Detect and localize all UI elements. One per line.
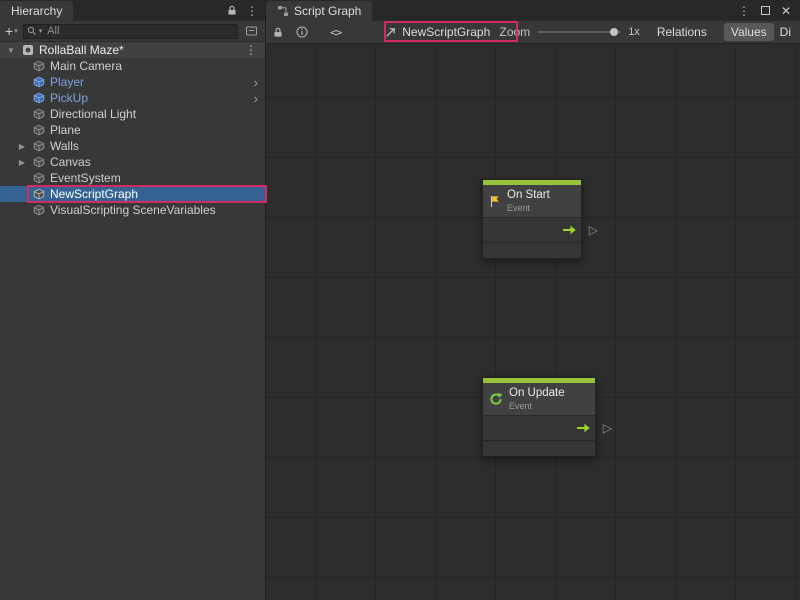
node-on-update[interactable]: On Update Event ▷ (482, 377, 596, 457)
graph-breadcrumb[interactable]: NewScriptGraph (385, 25, 490, 39)
scene-name: RollaBall Maze* (39, 43, 124, 57)
prefab-open-arrow-icon[interactable]: › (254, 76, 258, 89)
close-icon[interactable]: ✕ (781, 5, 791, 17)
hierarchy-tree: ▼ RollaBall Maze* ⋮ Main Camera Player › (0, 42, 265, 218)
hierarchy-item-directional-light[interactable]: Directional Light (0, 106, 265, 122)
hierarchy-panel: Hierarchy ⋮ + ▾ ▾ All ▼ (0, 0, 266, 600)
scene-menu-icon[interactable]: ⋮ (245, 44, 257, 56)
info-icon[interactable] (296, 26, 308, 38)
item-label: PickUp (50, 91, 88, 105)
gameobject-icon (33, 124, 45, 136)
item-label: Walls (50, 139, 79, 153)
hierarchy-item-pickup[interactable]: PickUp › (0, 90, 265, 106)
hierarchy-tabstrip: Hierarchy ⋮ (0, 0, 265, 21)
gameobject-icon (33, 188, 45, 200)
prefab-icon (33, 92, 45, 104)
relations-button[interactable]: Relations (650, 23, 714, 41)
foldout-open-icon[interactable]: ▼ (5, 46, 17, 55)
gameobject-icon (33, 60, 45, 72)
graph-pointer-icon (385, 27, 396, 38)
search-filter-caret-icon: ▾ (39, 28, 43, 35)
item-label: Directional Light (50, 107, 136, 121)
gameobject-icon (33, 204, 45, 216)
scene-icon (22, 44, 34, 56)
item-label: Plane (50, 123, 81, 137)
hierarchy-search-input[interactable]: ▾ All (23, 24, 238, 39)
node-title: On Update (509, 387, 565, 401)
prefab-open-arrow-icon[interactable]: › (254, 92, 258, 105)
node-subtitle: Event (507, 203, 550, 214)
node-port-row: ▷ (483, 416, 595, 441)
gameobject-icon (33, 108, 45, 120)
zoom-slider[interactable] (537, 31, 621, 33)
node-header: On Update Event (483, 383, 595, 416)
hierarchy-item-scenevariables[interactable]: VisualScripting SceneVariables (0, 202, 265, 218)
zoom-control: Zoom 1x (500, 25, 640, 39)
scene-picker-icon[interactable] (243, 25, 260, 37)
graph-canvas[interactable]: On Start Event ▷ On Update E (266, 44, 800, 600)
foldout-closed-icon[interactable]: ▶ (17, 158, 27, 167)
foldout-closed-icon[interactable]: ▶ (17, 142, 27, 151)
chevron-down-icon: ▾ (14, 28, 18, 35)
graph-toolbar: <> NewScriptGraph Zoom 1x Relations Valu… (266, 21, 800, 44)
plus-icon: + (5, 24, 13, 38)
node-title: On Start (507, 189, 550, 203)
gameobject-icon (33, 156, 45, 168)
tab-hierarchy[interactable]: Hierarchy (0, 1, 73, 21)
graph-lock-icon[interactable] (273, 27, 283, 38)
scene-row[interactable]: ▼ RollaBall Maze* ⋮ (0, 42, 265, 58)
hierarchy-item-main-camera[interactable]: Main Camera (0, 58, 265, 74)
node-subtitle: Event (509, 401, 565, 412)
search-icon (27, 26, 37, 36)
zoom-slider-handle[interactable] (610, 28, 618, 36)
zoom-value: 1x (628, 26, 640, 38)
tab-hierarchy-label: Hierarchy (11, 4, 62, 18)
zoom-label: Zoom (500, 25, 531, 39)
graph-tab-icon (277, 5, 289, 17)
dim-button[interactable]: Di (778, 23, 793, 41)
hierarchy-item-player[interactable]: Player › (0, 74, 265, 90)
external-port-icon[interactable]: ▷ (603, 422, 612, 434)
item-label: VisualScripting SceneVariables (50, 203, 216, 217)
update-loop-icon (489, 392, 503, 406)
node-port-row: ▷ (483, 218, 581, 243)
window-controls: ⋮ ✕ (738, 0, 800, 21)
trigger-output-port-icon[interactable] (576, 423, 591, 433)
item-label: Player (50, 75, 84, 89)
node-on-start[interactable]: On Start Event ▷ (482, 179, 582, 259)
hierarchy-item-canvas[interactable]: ▶ Canvas (0, 154, 265, 170)
item-label: Canvas (50, 155, 91, 169)
maximize-icon[interactable] (761, 6, 770, 15)
tab-script-graph[interactable]: Script Graph (266, 1, 372, 21)
window-menu-icon[interactable]: ⋮ (738, 5, 750, 17)
hierarchy-toolbar: + ▾ ▾ All (0, 21, 265, 42)
script-graph-panel: Script Graph ⋮ ✕ <> NewScriptGraph Zoom (266, 0, 800, 600)
trigger-output-port-icon[interactable] (562, 225, 577, 235)
item-label: NewScriptGraph (50, 187, 138, 201)
tab-script-graph-label: Script Graph (294, 4, 361, 18)
hierarchy-menu-icon[interactable]: ⋮ (246, 5, 258, 17)
add-object-button[interactable]: + ▾ (5, 24, 18, 38)
graph-tabstrip: Script Graph ⋮ ✕ (266, 0, 800, 21)
graph-name: NewScriptGraph (402, 25, 490, 39)
hierarchy-tab-icons: ⋮ (227, 0, 265, 21)
values-button[interactable]: Values (724, 23, 774, 41)
hierarchy-item-walls[interactable]: ▶ Walls (0, 138, 265, 154)
start-flag-icon (489, 195, 501, 208)
node-footer (483, 243, 581, 258)
item-label: Main Camera (50, 59, 122, 73)
gameobject-icon (33, 172, 45, 184)
node-header: On Start Event (483, 185, 581, 218)
gameobject-icon (33, 140, 45, 152)
code-icon[interactable]: <> (330, 26, 341, 39)
item-label: EventSystem (50, 171, 121, 185)
hierarchy-item-newscriptgraph[interactable]: NewScriptGraph (0, 186, 265, 202)
node-footer (483, 441, 595, 456)
prefab-icon (33, 76, 45, 88)
hierarchy-item-plane[interactable]: Plane (0, 122, 265, 138)
external-port-icon[interactable]: ▷ (589, 224, 598, 236)
search-text: All (47, 25, 59, 37)
lock-icon[interactable] (227, 5, 237, 16)
hierarchy-item-eventsystem[interactable]: EventSystem (0, 170, 265, 186)
